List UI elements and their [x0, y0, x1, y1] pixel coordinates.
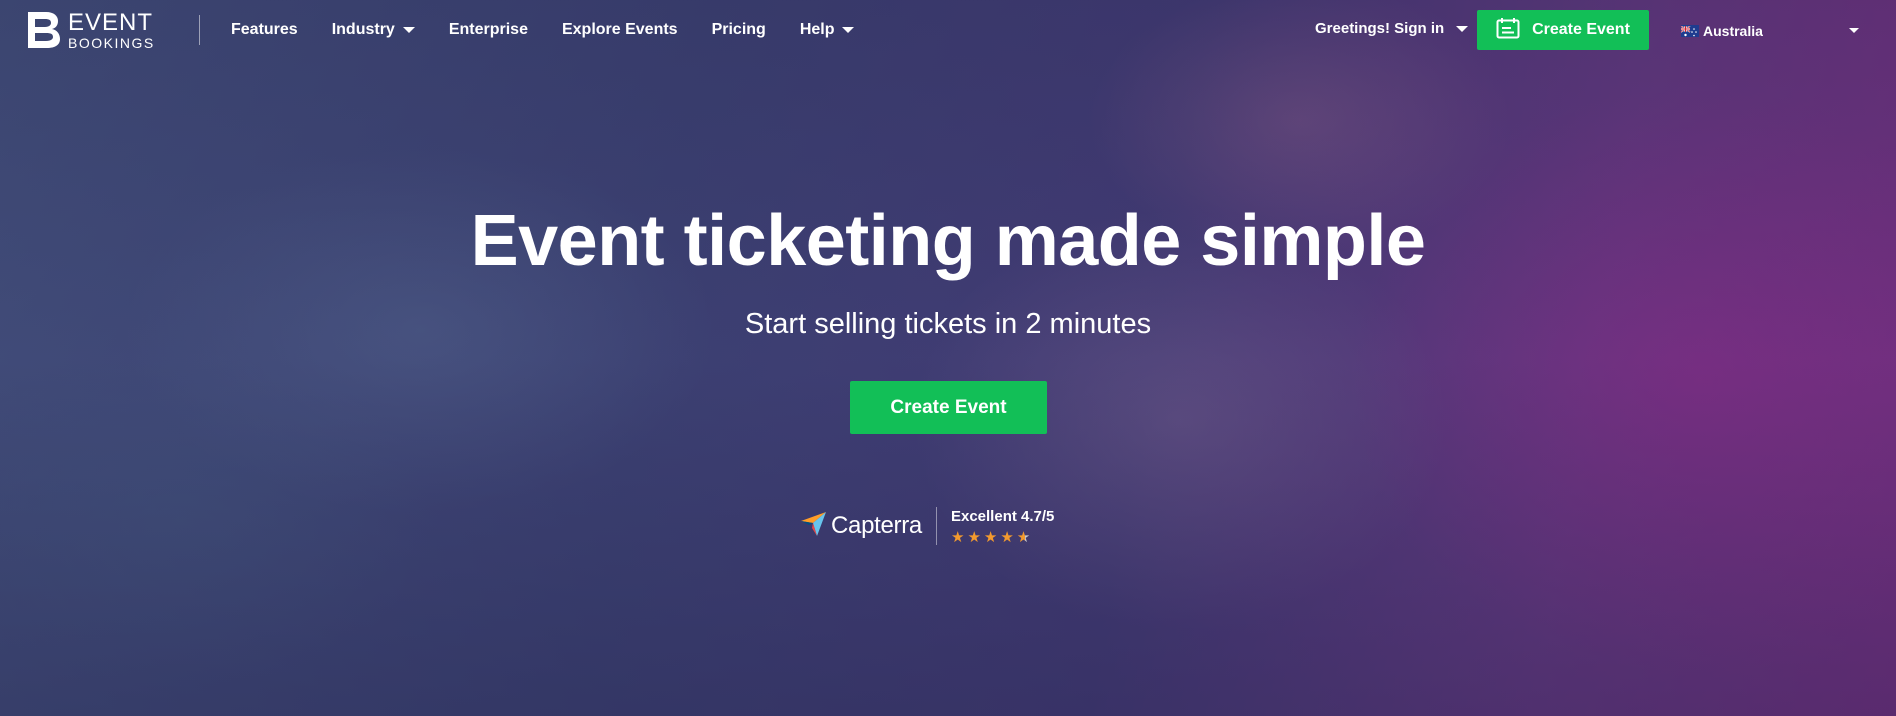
logo-line-bookings: BOOKINGS	[68, 34, 155, 51]
rating-text: Excellent 4.7/5	[950, 507, 1055, 525]
country-label: Australia	[1703, 23, 1763, 39]
capterra-arrow-icon	[800, 511, 828, 542]
rating-block: Excellent 4.7/5 ★ ★ ★ ★ ★	[951, 508, 1054, 545]
star-icon: ★	[1000, 528, 1014, 546]
nav-explore-events-label: Explore Events	[561, 21, 678, 38]
nav-enterprise[interactable]: Enterprise	[449, 21, 528, 39]
sign-in-label: Greetings! Sign in	[1315, 20, 1445, 37]
country-selector[interactable]: Australia	[1681, 20, 1859, 42]
nav-pricing-label: Pricing	[711, 21, 766, 38]
hero-create-event-button[interactable]: Create Event	[850, 381, 1047, 434]
nav-features-label: Features	[231, 21, 298, 38]
hero-subtitle: Start selling tickets in 2 minutes	[744, 308, 1152, 340]
chevron-down-icon	[402, 27, 415, 33]
top-navigation: EVENT BOOKINGS Features Industry Enterpr…	[0, 0, 1896, 60]
capterra-logo: Capterra	[800, 511, 922, 542]
nav-pricing[interactable]: Pricing	[712, 21, 766, 39]
event-bookings-logo-icon	[26, 10, 62, 50]
hero-title: Event ticketing made simple	[470, 201, 1426, 281]
nav-divider	[199, 15, 200, 45]
rating-divider	[935, 507, 937, 545]
nav-enterprise-label: Enterprise	[448, 21, 528, 38]
australia-flag-icon	[1681, 25, 1699, 37]
nav-create-event-label: Create Event	[1532, 21, 1630, 38]
nav-industry-label: Industry	[331, 21, 395, 38]
capterra-rating-badge[interactable]: Capterra Excellent 4.7/5 ★ ★ ★ ★ ★	[800, 506, 1054, 546]
logo-text: EVENT BOOKINGS	[68, 8, 155, 51]
nav-explore-events[interactable]: Explore Events	[562, 21, 678, 39]
nav-help-label: Help	[799, 21, 835, 38]
chevron-down-icon	[1456, 25, 1469, 32]
star-half-icon: ★	[1016, 528, 1031, 546]
star-icon: ★	[967, 528, 981, 546]
logo-line-event: EVENT	[68, 8, 154, 36]
nav-help[interactable]: Help	[800, 21, 855, 39]
calendar-icon	[1496, 17, 1520, 44]
hero-overlay	[0, 0, 1896, 716]
star-icon: ★	[950, 528, 965, 546]
hero-create-event-label: Create Event	[890, 396, 1007, 418]
primary-nav: Features Industry Enterprise Explore Eve…	[231, 0, 888, 60]
chevron-down-icon	[1849, 28, 1859, 33]
capterra-name: Capterra	[831, 512, 922, 539]
sign-in-menu[interactable]: Greetings! Sign in	[1315, 20, 1469, 37]
site-logo[interactable]: EVENT BOOKINGS	[26, 10, 155, 50]
chevron-down-icon	[842, 27, 855, 33]
nav-create-event-button[interactable]: Create Event	[1477, 10, 1649, 50]
rating-stars: ★ ★ ★ ★ ★	[951, 530, 1054, 545]
nav-industry[interactable]: Industry	[332, 21, 415, 39]
nav-features[interactable]: Features	[231, 21, 298, 39]
star-icon: ★	[983, 528, 998, 546]
